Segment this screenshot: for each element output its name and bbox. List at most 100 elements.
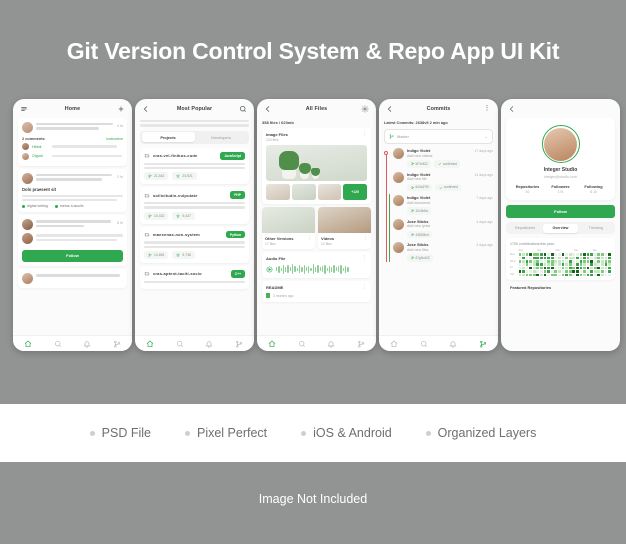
contribution-cell[interactable] [590, 273, 594, 277]
contribution-cell[interactable] [529, 263, 533, 266]
contribution-cell[interactable] [557, 259, 561, 263]
contribution-cell[interactable] [540, 273, 543, 277]
contribution-cell[interactable] [532, 270, 536, 273]
contribution-cell[interactable] [586, 256, 590, 260]
home-icon[interactable] [390, 340, 398, 348]
hamburger-icon[interactable] [20, 105, 28, 113]
contribution-cell[interactable] [536, 273, 540, 277]
contribution-cell[interactable] [550, 273, 554, 277]
contribution-cell[interactable] [554, 263, 558, 266]
contribution-cell[interactable] [543, 263, 547, 266]
contribution-cell[interactable] [590, 253, 594, 256]
branch-icon[interactable] [113, 340, 121, 348]
contribution-cell[interactable] [586, 259, 590, 263]
contribution-cell[interactable] [593, 259, 597, 263]
contribution-cell[interactable] [518, 256, 522, 260]
contribution-cell[interactable] [604, 266, 608, 270]
readme-card[interactable]: README ⋮ 3 months ago [262, 281, 371, 302]
contribution-cell[interactable] [601, 259, 604, 263]
tag-item[interactable]: metus a iaculis [54, 204, 84, 208]
contribution-cell[interactable] [568, 263, 572, 266]
contribution-cell[interactable] [590, 266, 594, 270]
branch-icon[interactable] [479, 340, 487, 348]
contribution-cell[interactable] [547, 259, 550, 263]
search-icon[interactable] [176, 340, 184, 348]
contribution-cell[interactable] [608, 259, 611, 263]
contribution-cell[interactable] [543, 273, 547, 277]
contribution-cell[interactable] [532, 256, 536, 260]
contribution-cell[interactable] [572, 266, 576, 270]
contribution-cell[interactable] [575, 256, 579, 260]
contribution-cell[interactable] [593, 270, 597, 273]
contribution-cell[interactable] [522, 270, 525, 273]
contribution-cell[interactable] [547, 273, 550, 277]
contribution-cell[interactable] [579, 256, 583, 260]
follow-button[interactable]: Follow [22, 249, 123, 262]
bell-icon[interactable] [205, 340, 213, 348]
contribution-cell[interactable] [586, 263, 590, 266]
contribution-cell[interactable] [604, 273, 608, 277]
contribution-cell[interactable] [604, 259, 608, 263]
home-icon[interactable] [268, 340, 276, 348]
contribution-cell[interactable] [579, 273, 583, 277]
contribution-cell[interactable] [579, 263, 583, 266]
contribution-cell[interactable] [583, 273, 586, 277]
contribution-cell[interactable] [586, 253, 590, 256]
back-arrow-icon[interactable] [264, 105, 272, 113]
contribution-cell[interactable] [547, 263, 550, 266]
contribution-cell[interactable] [536, 263, 540, 266]
contribution-cell[interactable] [579, 253, 583, 256]
back-arrow-icon[interactable] [386, 105, 394, 113]
contribution-cell[interactable] [543, 256, 547, 260]
contribution-cell[interactable] [575, 253, 579, 256]
contribution-cell[interactable] [590, 256, 594, 260]
kebab-menu-icon[interactable]: ⋮ [363, 236, 368, 241]
contribution-cell[interactable] [518, 253, 522, 256]
contribution-cell[interactable] [604, 253, 608, 256]
post-card-2[interactable]: 2 hr Dolo praesent sit digital writing m… [18, 169, 127, 213]
contribution-cell[interactable] [529, 270, 533, 273]
contribution-cell[interactable] [561, 259, 565, 263]
contribution-cell[interactable] [536, 266, 540, 270]
post-card-3[interactable]: 8 hr Follow [18, 215, 127, 267]
contribution-cell[interactable] [525, 259, 529, 263]
contribution-cell[interactable] [532, 266, 536, 270]
commit-row[interactable]: Jose Sticks Add new lyrics 438f33ed 4 da… [393, 218, 493, 239]
audio-file-card[interactable]: Audio File ⋮ [262, 252, 371, 278]
thumbnail[interactable] [266, 184, 290, 200]
contribution-cell[interactable] [572, 270, 576, 273]
contribution-cell[interactable] [557, 270, 561, 273]
contribution-cell[interactable] [601, 253, 604, 256]
post-1-action[interactable]: Instructive [106, 137, 123, 141]
contribution-cell[interactable] [550, 263, 554, 266]
contribution-cell[interactable] [586, 273, 590, 277]
back-arrow-icon[interactable] [508, 105, 516, 113]
contribution-cell[interactable] [525, 253, 529, 256]
contribution-cell[interactable] [540, 253, 543, 256]
contribution-cell[interactable] [583, 270, 586, 273]
contribution-cell[interactable] [554, 259, 558, 263]
kebab-menu-icon[interactable]: ⋮ [307, 236, 312, 241]
videos-card[interactable]: Videos 12 files ⋮ [318, 207, 371, 249]
contribution-cell[interactable] [525, 263, 529, 266]
contribution-cell[interactable] [540, 256, 543, 260]
contribution-cell[interactable] [586, 266, 590, 270]
contribution-cell[interactable] [575, 259, 579, 263]
contribution-cell[interactable] [593, 263, 597, 266]
contribution-cell[interactable] [575, 263, 579, 266]
contribution-cell[interactable] [554, 273, 558, 277]
contribution-cell[interactable] [608, 253, 611, 256]
commit-row[interactable]: Indigo Violet Add new videos 5f7b/622 co… [393, 148, 493, 168]
contribution-cell[interactable] [540, 259, 543, 263]
branch-icon[interactable] [235, 340, 243, 348]
contribution-cell[interactable] [597, 256, 601, 260]
contribution-cell[interactable] [561, 263, 565, 266]
contribution-cell[interactable] [583, 259, 586, 263]
contribution-cell[interactable] [597, 263, 601, 266]
commit-row[interactable]: Indigo Violet Add document 32v3h8a 7 day… [393, 195, 493, 215]
contribution-cell[interactable] [554, 253, 558, 256]
contribution-cell[interactable] [590, 270, 594, 273]
contribution-cell[interactable] [561, 253, 565, 256]
contribution-cell[interactable] [550, 266, 554, 270]
contribution-cell[interactable] [522, 263, 525, 266]
